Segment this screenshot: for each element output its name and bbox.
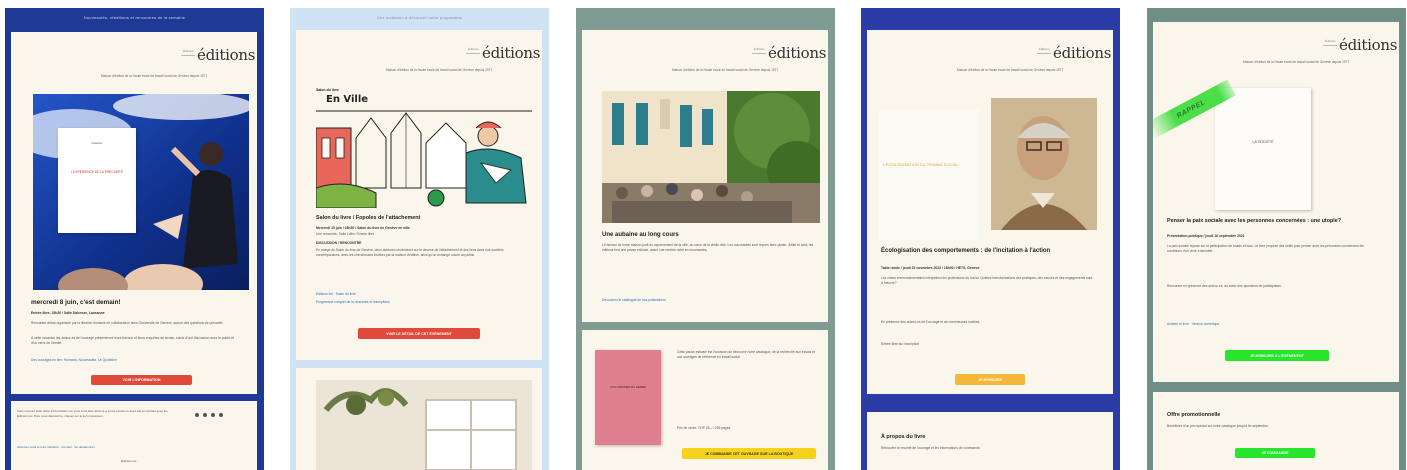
brand-tagline: Maison d'édition de la Haute école de tr… (672, 68, 779, 72)
book-title: L'EXPÉRIENCE DE LA PRÉCARITÉ (71, 170, 123, 174)
section-text: Bénéficiez d'un prix spécial sur notre c… (1167, 424, 1269, 428)
newsletter-preview-3[interactable]: Éditions éditions Maison d'édition de la… (576, 8, 835, 470)
body-paragraph: En marge du Salon du livre de Genève, de… (316, 248, 504, 258)
newsletter-card: Éditions éditions Maison d'édition de la… (867, 30, 1113, 394)
newsletter-preview-2[interactable]: Une invitation à découvrir notre program… (290, 8, 549, 470)
order-button[interactable]: JE COMMANDE CET OUVRAGE SUR LA BOUTIQUE (682, 448, 816, 459)
book-title: LA SOCIÉTÉ (1252, 140, 1274, 144)
brand-tagline: Maison d'édition de la Haute école de tr… (101, 74, 208, 78)
headline: Écologisation des comportements : de l'i… (881, 248, 1051, 254)
newsletter-preview-4[interactable]: Éditions éditions Maison d'édition de la… (861, 8, 1120, 470)
catalogue-link[interactable]: Découvrez le catalogue de nos publicatio… (602, 298, 666, 303)
preview-topbar: Une invitation à découvrir notre program… (376, 14, 463, 20)
book-card: AUX ORIGINES DU GENRE Cette pause estiva… (582, 330, 828, 470)
register-button[interactable]: JE M'INSCRIS À L'ÉVÉNEMENT (1225, 350, 1329, 361)
book-cover: Collection L'EXPÉRIENCE DE LA PRÉCARITÉ (58, 128, 136, 233)
headline: Penser la paix sociale avec les personne… (1167, 218, 1342, 224)
newsletter-preview-5[interactable]: Éditions éditions Maison d'édition de la… (1147, 8, 1406, 470)
brand-logo[interactable]: éditions (1053, 44, 1111, 62)
brand-rule (181, 55, 195, 56)
brand-prefix: Éditions (183, 49, 194, 53)
brand-prefix: Éditions (468, 47, 479, 51)
body-paragraph: Le bureau de notre maison jouit du rayon… (602, 243, 814, 253)
book-description: Cette pause estivale est l'occasion de d… (677, 350, 815, 360)
brand-rule (1037, 53, 1051, 54)
register-button[interactable]: JE M'INSCRIS (955, 374, 1025, 385)
brand-prefix: Éditions (754, 47, 765, 51)
headline: Une aubaine au long cours (602, 232, 679, 238)
brand-rule (1323, 45, 1337, 46)
newsletter-card: Éditions éditions Maison d'édition de la… (296, 30, 542, 360)
section-title: Offre promotionnelle (1167, 412, 1221, 418)
brand-rule (752, 53, 766, 54)
newsletter-card: Éditions éditions Maison d'édition de la… (582, 30, 828, 322)
linkedin-icon[interactable] (203, 413, 207, 417)
section-label: DISCUSSION / RENCONTRE (316, 241, 362, 245)
illustration-title: En Ville (326, 94, 369, 105)
illustration-title-small: Salon du livre (316, 88, 339, 92)
event-meta: Mercredi 15 juin / 18h30 / Salon du livr… (316, 226, 410, 230)
book-cover: LA SOCIÉTÉ (1215, 88, 1311, 210)
order-button[interactable]: JE COMMANDE (1235, 448, 1315, 458)
author-portrait (991, 98, 1097, 230)
newsletter-card-2 (296, 368, 542, 470)
brand-logo[interactable]: éditions (1339, 36, 1397, 54)
book-title: L'ÉCOLOGISATION DU TRAVAIL SOCIAL (883, 162, 959, 167)
body-paragraph: À cette occasion les auteur-es de l'ouvr… (31, 336, 235, 346)
related-links[interactable]: Des ouvrages en lien: Humanis, Nouveauté… (31, 358, 241, 363)
interior-photo (316, 380, 532, 470)
headline: mercredi 8 juin, c'est demain! (31, 299, 121, 306)
registration-note: Entrée libre sur inscription (881, 342, 920, 346)
body-paragraph: Les crises environnementales interpellen… (881, 276, 1093, 286)
brand-prefix: Éditions (1325, 39, 1336, 43)
social-icons (195, 413, 223, 417)
brand-logo[interactable]: éditions (768, 44, 826, 62)
facebook-icon[interactable] (195, 413, 199, 417)
brand-logo[interactable]: éditions (482, 44, 540, 62)
city-illustration (316, 108, 532, 208)
brand-logo[interactable]: éditions (197, 46, 255, 64)
brand-tagline: Maison d'édition de la Haute école de tr… (386, 68, 493, 72)
youtube-icon[interactable] (219, 413, 223, 417)
brand-tagline: Maison d'édition de la Haute école de tr… (957, 68, 1064, 72)
brand-tagline: Maison d'édition de la Haute école de tr… (1243, 60, 1350, 64)
brand-rule (466, 53, 480, 54)
event-meta: Présentation publique / jeudi 16 septemb… (1167, 234, 1245, 238)
body-paragraph: En présence des auteur-es de l'ouvrage e… (881, 320, 981, 324)
headline: Salon du livre / Fopoles de l'attachemen… (316, 215, 421, 221)
newsletter-preview-1[interactable]: Nouveautés, rééditions et rencontres de … (5, 8, 264, 470)
body-paragraph: La paix sociale repose sur la participat… (1167, 244, 1364, 254)
newsletter-card: Éditions éditions Maison d'édition de la… (1153, 22, 1399, 382)
section-text: Retrouvez le résumé de l'ouvrage et les … (881, 446, 981, 450)
event-meta: Table ronde / jeudi 23 novembre 2023 / 1… (881, 266, 980, 270)
about-book-card: À propos du livre Retrouvez le résumé de… (867, 412, 1113, 470)
rappel-label: RAPPEL (1175, 98, 1207, 120)
brand-prefix: Éditions (1039, 47, 1050, 51)
preview-topbar: Nouveautés, rééditions et rencontres de … (83, 14, 186, 20)
body-paragraph: Rencontre-débat organisée par la librair… (31, 321, 224, 325)
body-paragraph: Rencontre en présence des auteur-es, au … (1167, 284, 1282, 288)
newsletter-footer: Vous recevez cette lettre d'information … (11, 401, 257, 470)
book-price: Prix de vente: CHF 25.– / 256 pages (677, 426, 731, 430)
book-cover: L'ÉCOLOGISATION DU TRAVAIL SOCIAL (879, 110, 979, 240)
newsletter-card: Éditions éditions Maison d'édition de la… (11, 32, 257, 394)
book-title: AUX ORIGINES DU GENRE (610, 385, 646, 389)
purchase-links[interactable]: Acheter le livre · Version numérique (1167, 322, 1219, 327)
footer-links[interactable]: Abonnez-vous à notre infolettre · Contac… (17, 445, 95, 450)
cta-button[interactable]: VOIR L'INFORMATION (91, 375, 192, 385)
event-link[interactable]: Éditions ies · Salon du livre (316, 292, 356, 297)
book-cover: AUX ORIGINES DU GENRE (595, 350, 661, 445)
event-link[interactable]: Programme complet de la rencontre et ins… (316, 300, 390, 305)
cta-button[interactable]: VOIR LE DÉTAIL DE CET ÉVÉNEMENT (358, 328, 480, 339)
section-title: À propos du livre (881, 434, 926, 440)
promo-card: Offre promotionnelle Bénéficiez d'un pri… (1153, 392, 1399, 470)
footer-text: Vous recevez cette lettre d'information … (17, 409, 168, 418)
street-photo (602, 91, 820, 223)
event-meta: Entrée libre, 19h30 / Salle Dalcroze, La… (31, 311, 105, 315)
event-meta-2: Une rencontre, Salle Lullin / Entrée lib… (316, 232, 375, 236)
footer-address: Éditions ies (121, 459, 137, 463)
book-meta: Collection (91, 142, 103, 145)
instagram-icon[interactable] (211, 413, 215, 417)
